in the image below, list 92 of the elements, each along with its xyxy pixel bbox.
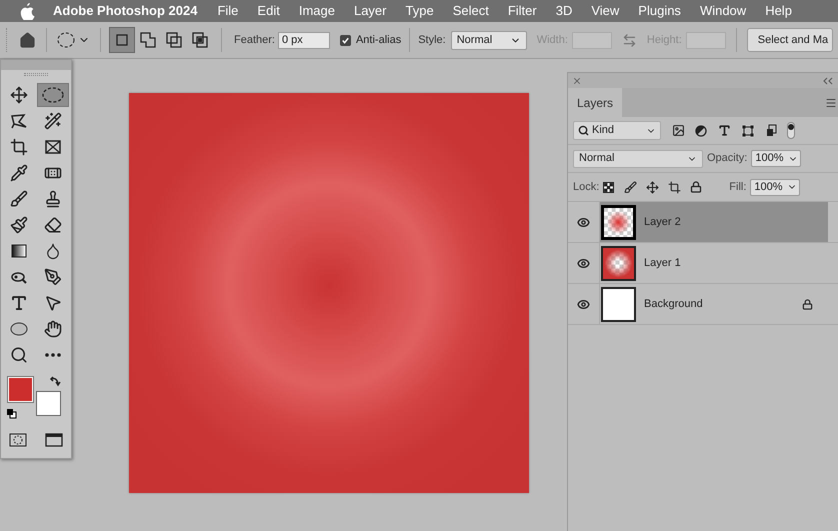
arrow-pointer-icon <box>44 294 62 312</box>
feather-label: Feather: <box>234 32 275 48</box>
screen-mode-icon[interactable] <box>45 433 63 447</box>
menu-item[interactable]: 3D <box>556 1 572 21</box>
hand-icon <box>44 320 62 338</box>
toolbox-header <box>1 60 71 70</box>
stamp-icon <box>44 190 62 208</box>
more-icon <box>45 353 61 357</box>
eyedropper-icon <box>10 164 28 182</box>
eye-icon <box>577 298 590 310</box>
pen-icon <box>44 268 62 286</box>
move-icon <box>10 86 28 104</box>
lasso-icon <box>10 112 28 130</box>
lock-icon[interactable] <box>690 181 702 193</box>
ellipse-icon <box>10 320 28 338</box>
opacity-label: Opacity: <box>707 151 748 166</box>
layer-name: Layer 1 <box>644 256 682 271</box>
layer-row[interactable]: Background <box>600 284 828 324</box>
anti-alias-label: Anti-alias <box>356 32 402 48</box>
menu-item[interactable]: Plugins <box>638 1 681 21</box>
image-filter-icon[interactable] <box>672 124 685 137</box>
blend-mode-dropdown[interactable]: Normal <box>573 150 703 168</box>
menu-item[interactable]: Type <box>406 1 434 21</box>
paintbrush-icon <box>10 216 28 234</box>
move-icon[interactable] <box>646 180 660 194</box>
eraser-icon <box>44 216 62 234</box>
adjustment-filter-icon[interactable] <box>695 124 707 136</box>
smart-object-filter-icon[interactable] <box>766 124 777 137</box>
ellipse-marquee-icon[interactable] <box>57 32 75 48</box>
layer-row[interactable]: Layer 2 <box>600 202 828 242</box>
quick-mask-icon[interactable] <box>9 433 27 447</box>
swap-colors-icon[interactable] <box>49 375 61 387</box>
menu-item[interactable]: Edit <box>257 1 280 21</box>
intersect-selection-icon <box>192 32 208 48</box>
layer-row[interactable]: Layer 1 <box>600 243 828 283</box>
anti-alias-checkbox[interactable] <box>340 34 351 46</box>
foreground-color-swatch[interactable] <box>8 377 33 402</box>
layer-thumbnail <box>601 246 636 280</box>
filter-kind-dropdown[interactable]: Kind <box>573 121 661 140</box>
layers-tab[interactable]: Layers <box>568 88 622 117</box>
feather-field[interactable]: 0 px <box>278 32 330 48</box>
magic-wand-icon <box>44 112 62 130</box>
layer-name: Background <box>644 296 704 312</box>
menu-item[interactable]: Image <box>298 1 335 21</box>
style-label: Style: <box>418 32 446 48</box>
droplet-icon <box>44 242 62 260</box>
layer-name: Layer 2 <box>644 214 682 230</box>
menu-item[interactable]: Help <box>765 1 792 21</box>
width-field[interactable] <box>572 32 612 48</box>
menu-item[interactable]: Select <box>452 1 489 21</box>
apple-logo-icon[interactable] <box>19 2 35 20</box>
height-field[interactable] <box>686 32 726 48</box>
default-colors-icon[interactable] <box>6 408 17 419</box>
search-icon <box>578 125 589 136</box>
fill-field[interactable]: 100% <box>750 178 800 196</box>
background-color-swatch[interactable] <box>36 391 61 416</box>
panel-menu-icon[interactable] <box>825 97 837 109</box>
type-filter-icon[interactable] <box>718 124 731 137</box>
shape-filter-icon[interactable] <box>742 124 754 136</box>
close-icon[interactable] <box>572 76 582 86</box>
menu-item[interactable]: Filter <box>508 1 537 21</box>
brush-icon[interactable] <box>624 180 638 194</box>
style-dropdown[interactable]: Normal <box>450 30 527 50</box>
opacity-field[interactable]: 100% <box>751 150 802 167</box>
filter-toggle[interactable] <box>787 122 795 139</box>
eye-icon <box>577 256 590 270</box>
fill-label: Fill: <box>729 180 746 195</box>
crop-icon <box>10 138 28 156</box>
frame-icon <box>44 138 62 156</box>
lock-transparency-icon[interactable] <box>603 182 614 192</box>
lock-label: Lock: <box>573 180 600 195</box>
menu-item[interactable]: View <box>591 1 620 21</box>
subtract-selection-icon <box>166 32 182 48</box>
ellipse-marquee-icon <box>42 87 64 103</box>
tool-button[interactable] <box>37 83 69 107</box>
selection-mode-button[interactable] <box>109 27 135 53</box>
home-icon[interactable] <box>19 32 36 48</box>
square-icon <box>115 33 129 47</box>
menu-item[interactable]: Layer <box>354 1 386 21</box>
menu-item[interactable]: File <box>217 1 238 21</box>
menu-item[interactable]: Window <box>700 1 746 21</box>
collapse-icon[interactable] <box>823 76 833 84</box>
gradient-icon <box>10 242 28 260</box>
type-icon <box>10 294 28 312</box>
eye-icon <box>577 216 590 228</box>
add-selection-icon <box>140 32 156 48</box>
layer-thumbnail <box>601 286 636 322</box>
layer-thumbnail <box>601 204 636 240</box>
brush-icon <box>10 190 28 208</box>
search-icon <box>10 346 28 364</box>
select-and-mask-button[interactable]: Select and Ma <box>746 28 834 52</box>
app-name[interactable]: Adobe Photoshop 2024 <box>53 1 198 21</box>
